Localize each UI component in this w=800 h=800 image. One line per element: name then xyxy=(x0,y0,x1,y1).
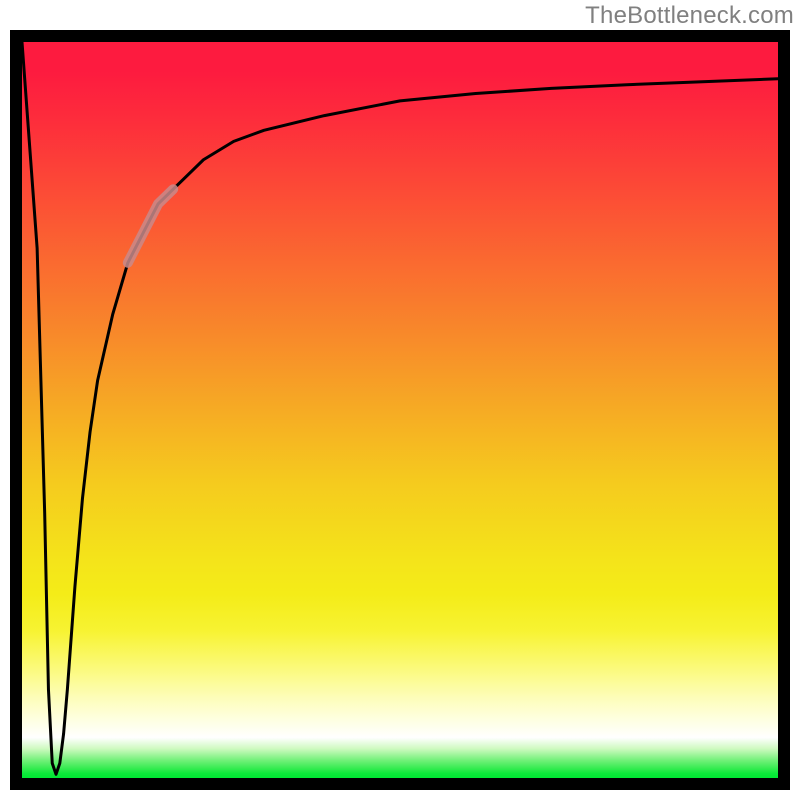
chart-container: TheBottleneck.com xyxy=(0,0,800,800)
chart-frame xyxy=(10,30,790,790)
chart-plot xyxy=(22,42,778,778)
bottleneck-curve-line xyxy=(22,42,778,774)
watermark-text: TheBottleneck.com xyxy=(585,2,794,30)
curve-highlight-segment xyxy=(128,189,173,263)
curve-group xyxy=(22,42,778,774)
